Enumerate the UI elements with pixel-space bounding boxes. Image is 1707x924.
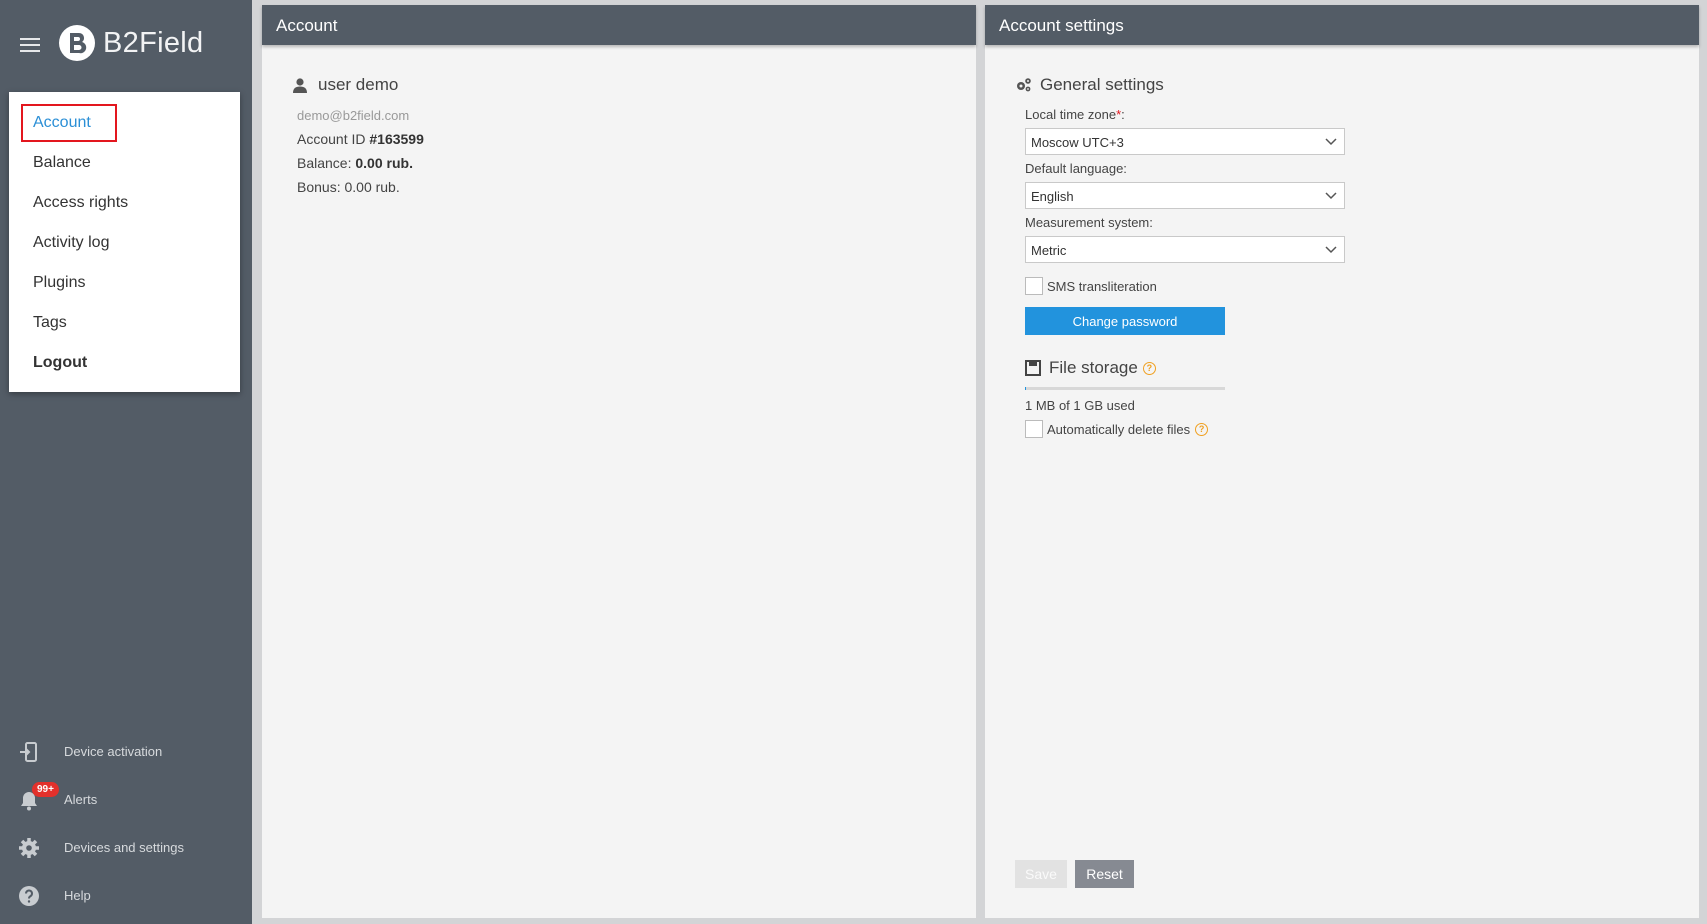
cogs-icon <box>1017 78 1031 92</box>
user-email: demo@b2field.com <box>297 108 410 123</box>
devices-settings-link[interactable]: Devices and settings <box>0 828 252 868</box>
menu-item-activity-log[interactable]: Activity log <box>33 234 109 252</box>
account-dropdown-menu: Account Balance Access rights Activity l… <box>9 92 240 392</box>
timezone-label-text: Local time zone <box>1025 107 1117 122</box>
chevron-down-icon <box>1325 138 1337 146</box>
brand-name: B2Field <box>103 26 204 59</box>
device-activation-label: Device activation <box>64 744 163 759</box>
bonus-row: Bonus: 0.00 rub. <box>297 179 400 195</box>
b2field-logo-icon <box>59 25 95 61</box>
alerts-link[interactable]: 99+ Alerts <box>0 780 252 820</box>
help-icon <box>19 886 39 906</box>
menu-item-account[interactable]: Account <box>33 114 91 132</box>
account-id-value: #163599 <box>369 131 424 147</box>
measurement-select[interactable]: Metric <box>1025 236 1345 263</box>
account-panel-title: Account <box>262 5 976 45</box>
user-name-row: user demo <box>292 75 398 95</box>
menu-item-balance[interactable]: Balance <box>33 154 91 172</box>
storage-usage-text: 1 MB of 1 GB used <box>1025 398 1135 413</box>
general-settings-title: General settings <box>1040 75 1164 94</box>
chevron-down-icon <box>1325 192 1337 200</box>
gear-icon <box>19 838 39 858</box>
balance-row: Balance: 0.00 rub. <box>297 155 413 171</box>
measurement-label: Measurement system: <box>1025 215 1153 230</box>
sms-transliteration-row[interactable]: SMS transliteration <box>1025 277 1157 295</box>
account-panel: Account user demo demo@b2field.com Accou… <box>262 5 976 918</box>
user-name: user demo <box>318 75 399 94</box>
storage-usage-fill <box>1025 387 1026 390</box>
change-password-button[interactable]: Change password <box>1025 307 1225 335</box>
auto-delete-row[interactable]: Automatically delete files ? <box>1025 420 1209 438</box>
storage-usage-bar <box>1025 387 1225 390</box>
language-select[interactable]: English <box>1025 182 1345 209</box>
timezone-label-colon: : <box>1121 107 1125 122</box>
sms-transliteration-checkbox[interactable] <box>1025 277 1043 295</box>
device-activation-link[interactable]: Device activation <box>0 732 252 772</box>
help-label: Help <box>64 888 91 903</box>
file-storage-help-icon[interactable]: ? <box>1142 361 1156 375</box>
language-value: English <box>1031 189 1074 204</box>
timezone-select[interactable]: Moscow UTC+3 <box>1025 128 1345 155</box>
menu-item-logout[interactable]: Logout <box>33 354 87 372</box>
user-icon <box>293 78 307 93</box>
file-storage-heading: File storage ? <box>1025 358 1156 378</box>
language-label: Default language: <box>1025 161 1127 176</box>
logo: B2Field <box>58 24 203 62</box>
measurement-value: Metric <box>1031 243 1067 258</box>
save-button[interactable]: Save <box>1015 860 1067 888</box>
menu-item-access-rights[interactable]: Access rights <box>33 194 128 212</box>
account-settings-title: Account settings <box>985 5 1699 45</box>
menu-item-tags[interactable]: Tags <box>33 314 67 332</box>
balance-value: 0.00 rub. <box>355 155 413 171</box>
sms-transliteration-label: SMS transliteration <box>1047 278 1157 294</box>
menu-item-plugins[interactable]: Plugins <box>33 274 85 292</box>
timezone-label: Local time zone*: <box>1025 107 1125 122</box>
file-storage-title: File storage <box>1049 358 1138 377</box>
auto-delete-help-icon[interactable]: ? <box>1195 422 1209 436</box>
account-id-label: Account ID <box>297 131 366 147</box>
chevron-down-icon <box>1325 246 1337 254</box>
alerts-label: Alerts <box>64 792 98 807</box>
auto-delete-label: Automatically delete files <box>1047 421 1191 437</box>
help-link[interactable]: Help <box>0 876 252 916</box>
account-id-row: Account ID #163599 <box>297 131 424 147</box>
hamburger-menu-icon[interactable] <box>20 38 40 52</box>
balance-label: Balance: <box>297 155 352 171</box>
floppy-disk-icon <box>1025 360 1041 376</box>
auto-delete-checkbox[interactable] <box>1025 420 1043 438</box>
sidebar: B2Field Account Balance Access rights Ac… <box>0 0 252 924</box>
device-activation-icon <box>20 742 37 762</box>
devices-settings-label: Devices and settings <box>64 840 184 855</box>
reset-button[interactable]: Reset <box>1075 860 1134 888</box>
timezone-value: Moscow UTC+3 <box>1031 135 1124 150</box>
general-settings-heading: General settings <box>1015 75 1164 95</box>
account-settings-panel: Account settings General settings Local … <box>985 5 1699 918</box>
alerts-badge: 99+ <box>32 782 59 797</box>
